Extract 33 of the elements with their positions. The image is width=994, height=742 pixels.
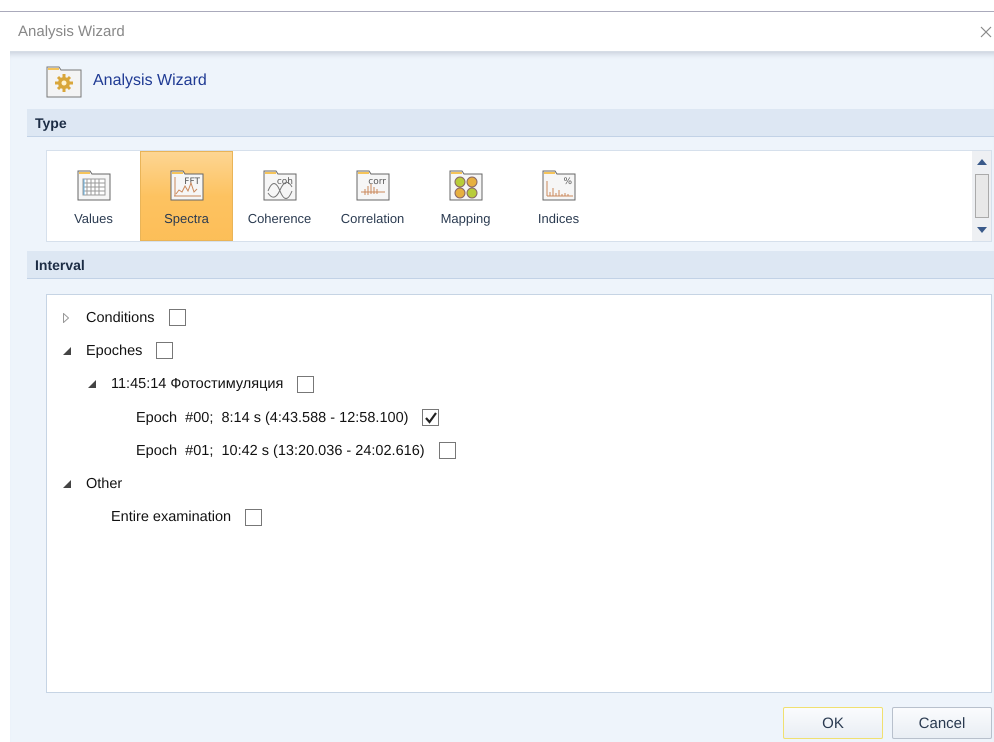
- scroll-thumb[interactable]: [974, 174, 988, 218]
- expanded-arrow-icon[interactable]: [88, 380, 96, 388]
- analysis-type-tile[interactable]: corr Correlation: [326, 151, 419, 241]
- checkbox[interactable]: [422, 409, 440, 426]
- expanded-arrow-icon[interactable]: [63, 346, 71, 355]
- ok-button[interactable]: OK: [783, 707, 883, 739]
- analysis-type-tile[interactable]: Values: [47, 151, 140, 241]
- tree-item-label[interactable]: 11:45:14 Фотостимуляция: [111, 376, 284, 392]
- section-header: Type: [27, 109, 994, 137]
- expanded-arrow-icon[interactable]: [63, 480, 71, 488]
- tree-item-label[interactable]: Entire examination: [111, 509, 232, 526]
- wizard-title: Analysis Wizard: [93, 72, 207, 90]
- tree-item-label[interactable]: Other: [86, 476, 122, 492]
- window-title: Analysis Wizard: [18, 23, 125, 40]
- section-header: Interval: [27, 251, 994, 279]
- analysis-type-tile[interactable]: FFT Spectra: [140, 151, 233, 241]
- tree-item-label[interactable]: Epoch #00; 8:14 s (4:43.588 - 12:58.100): [136, 410, 408, 426]
- scroll-up-icon[interactable]: [976, 159, 986, 165]
- tree-item-label[interactable]: Conditions: [86, 310, 155, 326]
- cancel-button[interactable]: Cancel: [892, 707, 992, 739]
- analysis-type-tile[interactable]: % Indices: [512, 151, 605, 241]
- analysis-type-tile[interactable]: Mapping: [419, 151, 512, 241]
- scrollbar[interactable]: [972, 151, 991, 241]
- checkbox[interactable]: [297, 376, 314, 393]
- checkbox[interactable]: [156, 342, 174, 360]
- tree-item-label[interactable]: Epoches: [86, 342, 142, 359]
- collapsed-arrow-icon[interactable]: [63, 312, 69, 323]
- close-icon[interactable]: [980, 26, 992, 38]
- checkbox[interactable]: [438, 442, 456, 460]
- tree-item-label[interactable]: Epoch #01; 10:42 s (13:20.036 - 24:02.616): [136, 442, 425, 459]
- checkbox[interactable]: [245, 508, 262, 526]
- checkbox[interactable]: [168, 309, 186, 326]
- scroll-down-icon[interactable]: [976, 227, 986, 233]
